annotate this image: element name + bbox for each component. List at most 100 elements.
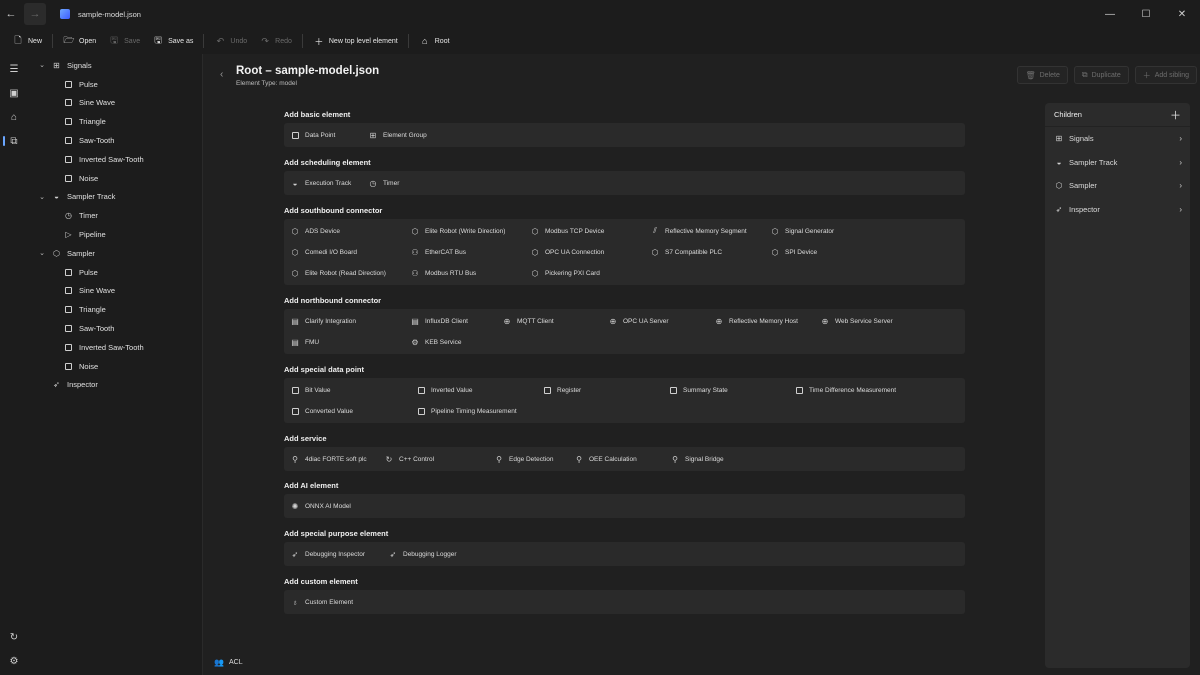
add-s7-compatible-plc-button[interactable]: ⬡ S7 Compatible PLC xyxy=(650,245,723,259)
home-nav-icon[interactable]: ⌂ xyxy=(0,105,28,129)
tree-node-pulse[interactable]: Pulse xyxy=(28,75,202,94)
checkbox-icon xyxy=(63,287,74,295)
sync-icon[interactable]: ↻ xyxy=(0,625,28,649)
add-summary-state-button[interactable]: Summary State xyxy=(668,383,728,397)
child-item-sampler-track[interactable]: ◒ Sampler Track › xyxy=(1045,151,1190,175)
redo-button[interactable]: ↷ Redo xyxy=(253,31,298,51)
tree-node-pipeline[interactable]: ▷ Pipeline xyxy=(28,225,202,244)
add-sibling-label: Add sibling xyxy=(1154,71,1189,79)
add-signal-generator-button[interactable]: ⬡ Signal Generator xyxy=(770,224,835,238)
tree-node-noise[interactable]: Noise xyxy=(28,169,202,188)
delete-button[interactable]: 🗑 Delete xyxy=(1017,66,1068,84)
chevron-right-icon: › xyxy=(1179,134,1182,144)
minimize-icon[interactable]: — xyxy=(1092,0,1128,28)
acl-button[interactable]: 👥 ACL xyxy=(214,658,243,667)
chevron-down-icon[interactable]: ⌄ xyxy=(37,193,47,201)
add-influxdb-client-button[interactable]: ▤ InfluxDB Client xyxy=(410,314,468,328)
new-button[interactable]: 🗋 New xyxy=(6,31,48,51)
add-ethercat-bus-button[interactable]: ⚇ EtherCAT Bus xyxy=(410,245,466,259)
media-icon[interactable]: ▣ xyxy=(0,81,28,105)
tree-node-inverted-saw-tooth[interactable]: Inverted Saw-Tooth xyxy=(28,338,202,357)
add-time-difference-measurement-button[interactable]: Time Difference Measurement xyxy=(794,383,896,397)
tree-node-saw-tooth[interactable]: Saw-Tooth xyxy=(28,319,202,338)
tree-node-saw-tooth[interactable]: Saw-Tooth xyxy=(28,131,202,150)
add-opc-ua-server-button[interactable]: ⊕ OPC UA Server xyxy=(608,314,669,328)
settings-gear-icon[interactable]: ⚙ xyxy=(0,649,28,673)
add-elite-robot-write-direction-button[interactable]: ⬡ Elite Robot (Write Direction) xyxy=(410,224,506,238)
add-oee-calculation-button[interactable]: ⚲ OEE Calculation xyxy=(574,452,637,466)
item-label: InfluxDB Client xyxy=(425,317,468,325)
add-keb-service-button[interactable]: ⚙ KEB Service xyxy=(410,335,461,349)
add-comedi-i-o-board-button[interactable]: ⬡ Comedi I/O Board xyxy=(290,245,358,259)
tree-node-noise[interactable]: Noise xyxy=(28,357,202,376)
add-custom-element-button[interactable]: ♁ Custom Element xyxy=(290,595,353,609)
add-debugging-inspector-button[interactable]: ➶ Debugging Inspector xyxy=(290,547,365,561)
cube-icon: ⬡ xyxy=(531,226,539,236)
add-signal-bridge-button[interactable]: ⚲ Signal Bridge xyxy=(670,452,724,466)
add-reflective-memory-host-button[interactable]: ⊕ Reflective Memory Host xyxy=(714,314,798,328)
add-c-control-button[interactable]: ↻ C++ Control xyxy=(384,452,434,466)
window-title: sample-model.json xyxy=(78,9,141,19)
memory-icon: ⫽ xyxy=(653,226,657,235)
add-4diac-forte-soft-plc-button[interactable]: ⚲ 4diac FORTE soft plc xyxy=(290,452,367,466)
model-nav-icon[interactable]: ⧉ xyxy=(0,129,28,153)
child-item-inspector[interactable]: ➶ Inspector › xyxy=(1045,198,1190,222)
add-web-service-server-button[interactable]: ⊕ Web Service Server xyxy=(820,314,893,328)
chevron-down-icon[interactable]: ⌄ xyxy=(37,61,47,69)
hamburger-menu-icon[interactable]: ☰ xyxy=(0,57,28,81)
checkbox-icon xyxy=(63,325,74,333)
add-element-group-button[interactable]: ⊞ Element Group xyxy=(368,128,427,142)
root-button[interactable]: ⌂ Root xyxy=(413,31,456,51)
undo-button[interactable]: ↶ Undo xyxy=(208,31,253,51)
forward-arrow-icon[interactable]: → xyxy=(24,3,46,25)
add-mqtt-client-button[interactable]: ⊕ MQTT Client xyxy=(502,314,554,328)
add-spi-device-button[interactable]: ⬡ SPI Device xyxy=(770,245,818,259)
back-arrow-icon[interactable]: ← xyxy=(0,3,22,25)
add-execution-track-button[interactable]: ◒ Execution Track xyxy=(290,176,352,190)
add-pipeline-timing-measurement-button[interactable]: Pipeline Timing Measurement xyxy=(416,404,517,418)
add-elite-robot-read-direction-button[interactable]: ⬡ Elite Robot (Read Direction) xyxy=(290,266,386,280)
save-as-button[interactable]: 🖫 Save as xyxy=(146,31,199,51)
tree-node-sine-wave[interactable]: Sine Wave xyxy=(28,282,202,301)
child-item-sampler[interactable]: ⬡ Sampler › xyxy=(1045,174,1190,198)
add-inverted-value-button[interactable]: Inverted Value xyxy=(416,383,472,397)
add-debugging-logger-button[interactable]: ➶ Debugging Logger xyxy=(388,547,457,561)
tree-node-triangle[interactable]: Triangle xyxy=(28,112,202,131)
new-top-level-element-button[interactable]: ＋ New top level element xyxy=(307,31,404,51)
tree-node-triangle[interactable]: Triangle xyxy=(28,300,202,319)
close-icon[interactable]: ✕ xyxy=(1164,0,1200,28)
add-onnx-ai-model-button[interactable]: ✺ ONNX AI Model xyxy=(290,499,351,513)
add-pickering-pxi-card-button[interactable]: ⬡ Pickering PXI Card xyxy=(530,266,600,280)
tree-node-pulse[interactable]: Pulse xyxy=(28,263,202,282)
add-fmu-button[interactable]: ▤ FMU xyxy=(290,335,319,349)
add-child-plus-icon[interactable]: ＋ xyxy=(1170,107,1181,123)
add-modbus-rtu-bus-button[interactable]: ⚇ Modbus RTU Bus xyxy=(410,266,476,280)
tree-node-inverted-saw-tooth[interactable]: Inverted Saw-Tooth xyxy=(28,150,202,169)
add-sibling-button[interactable]: ＋ Add sibling xyxy=(1134,66,1197,84)
tree-node-timer[interactable]: ◷ Timer xyxy=(28,206,202,225)
chevron-left-icon[interactable]: ‹ xyxy=(220,69,223,80)
duplicate-button[interactable]: ⧉ Duplicate xyxy=(1073,66,1129,84)
add-edge-detection-button[interactable]: ⚲ Edge Detection xyxy=(494,452,553,466)
add-opc-ua-connection-button[interactable]: ⬡ OPC UA Connection xyxy=(530,245,605,259)
tree-node-sine-wave[interactable]: Sine Wave xyxy=(28,94,202,113)
add-clarify-integration-button[interactable]: ▤ Clarify Integration xyxy=(290,314,356,328)
add-register-button[interactable]: Register xyxy=(542,383,581,397)
tree-node-signals[interactable]: ⌄ ⊞ Signals xyxy=(28,56,202,75)
maximize-icon[interactable]: ☐ xyxy=(1128,0,1164,28)
add-bit-value-button[interactable]: Bit Value xyxy=(290,383,331,397)
add-timer-button[interactable]: ◷ Timer xyxy=(368,176,400,190)
chevron-down-icon[interactable]: ⌄ xyxy=(37,249,47,257)
save-button[interactable]: 🖫 Save xyxy=(102,31,146,51)
add-data-point-button[interactable]: Data Point xyxy=(290,128,335,142)
add-converted-value-button[interactable]: Converted Value xyxy=(290,404,353,418)
tree-node-sampler-track[interactable]: ⌄ ◒ Sampler Track xyxy=(28,188,202,207)
section-title-add-scheduling-element: Add scheduling element xyxy=(284,158,371,167)
open-button[interactable]: 🗁 Open xyxy=(57,31,102,51)
tree-node-sampler[interactable]: ⌄ ⬡ Sampler xyxy=(28,244,202,263)
tree-node-inspector[interactable]: ➶ Inspector xyxy=(28,376,202,395)
add-reflective-memory-segment-button[interactable]: ⫽ Reflective Memory Segment xyxy=(650,224,746,238)
add-modbus-tcp-device-button[interactable]: ⬡ Modbus TCP Device xyxy=(530,224,605,238)
add-ads-device-button[interactable]: ⬡ ADS Device xyxy=(290,224,341,238)
child-item-signals[interactable]: ⊞ Signals › xyxy=(1045,127,1190,151)
